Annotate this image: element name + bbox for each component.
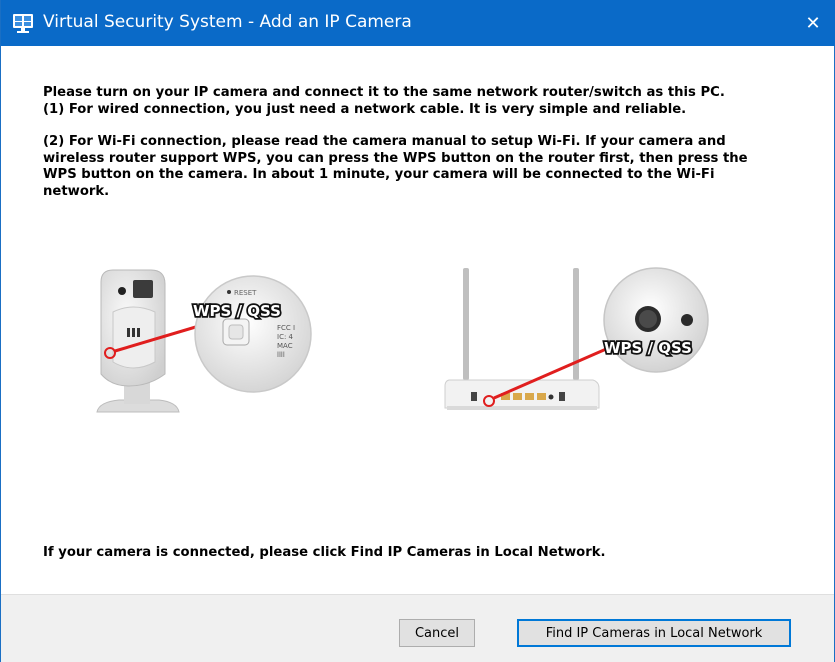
- fcc-line: IC: 4: [277, 333, 294, 341]
- fcc-line: FCC I: [277, 324, 295, 332]
- reset-label: RESET: [234, 289, 257, 297]
- title-bar[interactable]: Virtual Security System - Add an IP Came…: [1, 0, 835, 46]
- router-wps-illustration: WPS / QSS: [444, 267, 709, 410]
- fcc-line: llll: [277, 351, 285, 359]
- connected-message: If your camera is connected, please clic…: [43, 545, 606, 560]
- instruction-line: (2) For Wi-Fi connection, please read th…: [43, 134, 726, 149]
- wps-qss-badge: WPS / QSS: [193, 302, 281, 320]
- instructions-text: Please turn on your IP camera and connec…: [43, 85, 803, 200]
- add-ip-camera-window: Virtual Security System - Add an IP Came…: [0, 0, 835, 662]
- window-title: Virtual Security System - Add an IP Came…: [43, 12, 412, 32]
- close-button[interactable]: ✕: [790, 0, 835, 46]
- instruction-line: wireless router support WPS, you can pre…: [43, 150, 748, 166]
- find-ip-cameras-button[interactable]: Find IP Cameras in Local Network: [517, 619, 791, 647]
- camera-wps-illustration: RESET FCC I IC: 4 MAC llll WPS / QSS: [96, 269, 312, 413]
- find-ip-cameras-button-label: Find IP Cameras in Local Network: [545, 625, 763, 641]
- close-icon: ✕: [805, 12, 821, 34]
- button-bar: Cancel Find IP Cameras in Local Network: [1, 594, 834, 662]
- instruction-line: network.: [43, 183, 110, 199]
- instruction-line: WPS button on the camera. In about 1 min…: [43, 167, 715, 182]
- fcc-line: MAC: [277, 342, 293, 350]
- app-icon: [13, 14, 33, 33]
- instruction-line: Please turn on your IP camera and connec…: [43, 85, 725, 100]
- cancel-button-label: Cancel: [414, 625, 460, 641]
- cancel-button[interactable]: Cancel: [399, 619, 475, 647]
- wps-qss-badge: WPS / QSS: [604, 339, 692, 357]
- instruction-line: (1) For wired connection, you just need …: [43, 101, 687, 117]
